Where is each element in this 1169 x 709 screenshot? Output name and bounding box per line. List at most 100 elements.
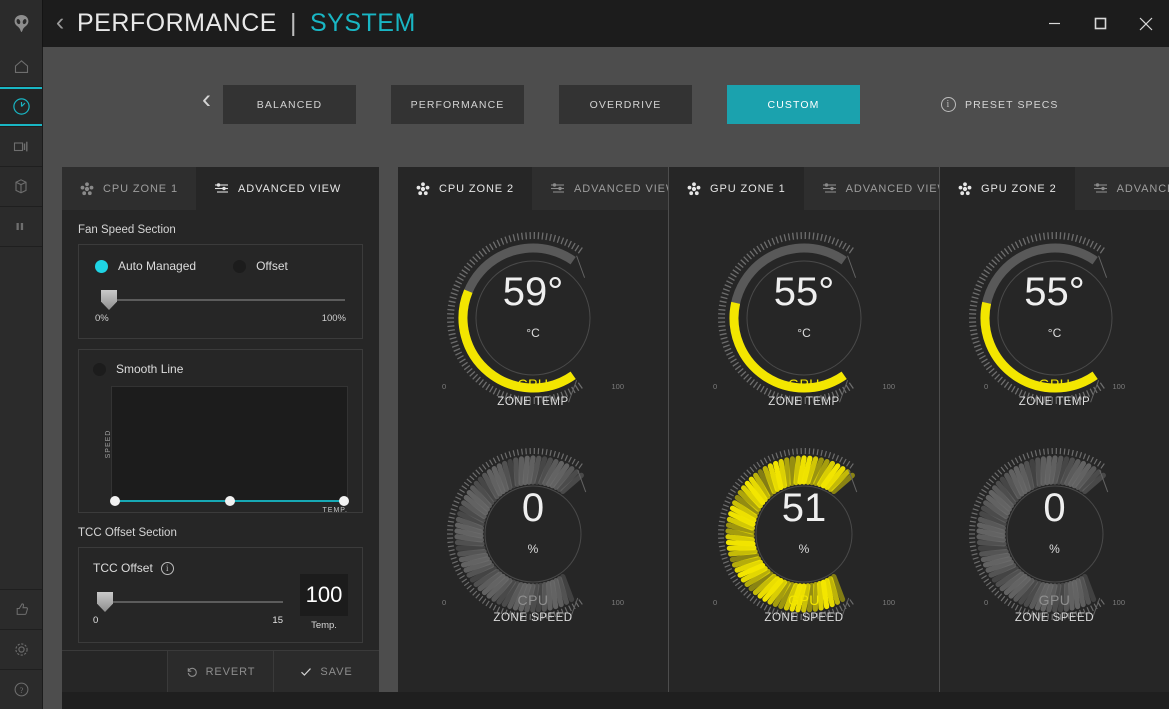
svg-text:?: ? (19, 685, 23, 695)
fan-speed-slider-thumb[interactable] (101, 290, 117, 310)
tcc-offset-value[interactable]: 100 (300, 574, 348, 616)
revert-label: REVERT (205, 665, 256, 678)
tab-cpu-zone-2[interactable]: CPU ZONE 2 (398, 167, 533, 210)
tabs-gpu-zone-2: GPU ZONE 2 ADVANCED VIE (940, 167, 1169, 210)
tcc-offset-slider[interactable] (93, 591, 283, 613)
save-button[interactable]: SAVE (273, 651, 379, 692)
gauge-sublabel: ZONE TEMP (768, 396, 840, 408)
preset-button-custom[interactable]: CUSTOM (727, 85, 860, 124)
sidebar-item-feedback[interactable] (0, 589, 42, 629)
tcc-offset-label: TCC Offset (93, 561, 153, 575)
sidebar-item-audio[interactable] (0, 207, 42, 247)
tab-advanced-view-label: ADVANCED VIE (1116, 182, 1169, 195)
tab-advanced-view-cpu-zone-1[interactable]: ADVANCED VIEW (196, 167, 360, 210)
actions-filler (62, 651, 167, 692)
sliders-icon (822, 182, 837, 195)
gear-icon (14, 643, 28, 656)
gauge-cpu-zone-2-temp: 59° °C CPU ZONE TEMP 0 100 (398, 214, 668, 430)
cpu-zone-1-actions: REVERT SAVE (62, 650, 379, 692)
fan-speed-box: Auto Managed Offset 0% 100% (78, 244, 363, 339)
performance-gauge-icon (12, 98, 30, 115)
tcc-offset-slider-track (102, 601, 283, 603)
tcc-offset-min-label: 0 (93, 615, 99, 626)
gauge-min-label: 0 (713, 598, 718, 607)
preset-button-balanced[interactable]: BALANCED (223, 85, 356, 124)
tab-advanced-view-gpu-zone-2[interactable]: ADVANCED VIE (1074, 167, 1169, 210)
tab-gpu-zone-1-label: GPU ZONE 1 (710, 182, 786, 195)
gauge-min-label: 0 (442, 382, 447, 391)
thumbs-up-icon (16, 603, 28, 615)
fan-speed-slider[interactable] (95, 289, 346, 311)
panel-divider-1 (397, 167, 398, 692)
check-icon (301, 667, 312, 676)
gauge-label: CPU (517, 376, 549, 392)
cpu-zone-1-body: Fan Speed Section Auto Managed Offset 0%… (62, 210, 379, 643)
sidebar-item-fx[interactable] (0, 127, 42, 167)
left-nav-rail: ? (0, 47, 43, 709)
fan-speed-slider-labels: 0% 100% (95, 313, 346, 324)
sidebar-item-settings[interactable] (0, 629, 42, 669)
tab-advanced-view-label: ADVANCED VIEW (574, 182, 678, 195)
smooth-line-row: Smooth Line (93, 362, 348, 376)
gauge-max-label: 100 (1112, 382, 1125, 391)
gauge-gpu-zone-1-temp: 55° °C GPU ZONE TEMP 0 100 (669, 214, 939, 430)
fan-speed-min-label: 0% (95, 313, 109, 324)
tabs-gpu-zone-1: GPU ZONE 1 ADVANCED VIEW (669, 167, 967, 210)
preset-button-performance[interactable]: PERFORMANCE (391, 85, 524, 124)
preset-buttons: BALANCED PERFORMANCE OVERDRIVE CUSTOM (223, 85, 895, 124)
gauges-gpu-zone-2: 55° °C GPU ZONE TEMP 0 100 0% GPU ZONE SPEED 0 10… (940, 210, 1169, 646)
tab-advanced-view-label: ADVANCED VIEW (238, 182, 342, 195)
gauge-sublabel: ZONE SPEED (493, 612, 573, 624)
alienware-head-icon (14, 14, 28, 32)
gauge-label: GPU (788, 592, 820, 608)
fan-curve-point-3[interactable] (339, 496, 349, 506)
gauge-label: GPU (788, 376, 820, 392)
panel-divider-3 (939, 167, 940, 692)
gauge-cpu-zone-2-speed: 0% CPU ZONE SPEED 0 100 (398, 430, 668, 646)
panel-gpu-zone-1: GPU ZONE 1 ADVANCED VIEW 55° °C GPU ZONE… (669, 167, 967, 692)
tab-gpu-zone-2[interactable]: GPU ZONE 2 (940, 167, 1075, 210)
help-icon: ? (14, 682, 28, 697)
tcc-offset-header: TCC Offset i (93, 561, 348, 575)
back-chevron-icon[interactable]: ‹ (43, 0, 77, 47)
tcc-info-icon[interactable]: i (160, 561, 174, 575)
sidebar-item-home[interactable] (0, 47, 42, 87)
fan-curve-point-1[interactable] (110, 496, 120, 506)
fan-curve-chart[interactable]: SPEED TEMP. (105, 386, 349, 514)
panel-cpu-zone-2: CPU ZONE 2 ADVANCED VIEW 59° °C CPU ZONE… (398, 167, 696, 692)
fan-speed-section-label: Fan Speed Section (78, 224, 176, 236)
fan-curve-point-2[interactable] (224, 496, 235, 506)
sidebar-item-performance[interactable] (0, 87, 42, 127)
panel-divider-2 (668, 167, 669, 692)
gauges-cpu-zone-2: 59° °C CPU ZONE TEMP 0 100 0% CPU ZONE SPEED 0 10… (398, 210, 668, 646)
window-controls (1031, 0, 1169, 47)
minimize-button[interactable] (1031, 0, 1077, 47)
gauge-sublabel: ZONE SPEED (1014, 612, 1095, 624)
gauge-max-label: 100 (611, 598, 624, 607)
preset-button-overdrive[interactable]: OVERDRIVE (559, 85, 692, 124)
radio-smooth-line[interactable] (93, 362, 106, 376)
preset-prev-button[interactable]: ‹ (202, 86, 211, 113)
rail-spacer (0, 247, 42, 589)
gauge-min-label: 0 (984, 382, 989, 391)
title-bar: ‹ PERFORMANCE | SYSTEM (0, 0, 1169, 47)
tab-gpu-zone-1[interactable]: GPU ZONE 1 (669, 167, 804, 210)
tab-cpu-zone-1[interactable]: CPU ZONE 1 (62, 167, 197, 210)
close-button[interactable] (1123, 0, 1169, 47)
audio-icon (16, 223, 24, 230)
radio-smooth-line-label: Smooth Line (116, 362, 184, 376)
tab-filler (359, 167, 379, 210)
gauge-min-label: 0 (713, 382, 718, 391)
preset-specs-button[interactable]: i PRESET SPECS (941, 97, 1059, 112)
fan-mode-radios: Auto Managed Offset (95, 259, 346, 273)
revert-button[interactable]: REVERT (167, 651, 273, 692)
tab-cpu-zone-1-label: CPU ZONE 1 (103, 182, 179, 195)
tcc-offset-section-label: TCC Offset Section (78, 527, 177, 539)
radio-auto-managed[interactable] (95, 259, 108, 273)
sidebar-item-game-library[interactable] (0, 167, 42, 207)
radio-offset[interactable] (233, 259, 247, 273)
sidebar-item-help[interactable]: ? (0, 669, 42, 709)
tcc-offset-slider-thumb[interactable] (97, 592, 113, 612)
maximize-button[interactable] (1077, 0, 1123, 47)
fan-curve-box: Smooth Line SPEED TEMP. (78, 349, 363, 514)
